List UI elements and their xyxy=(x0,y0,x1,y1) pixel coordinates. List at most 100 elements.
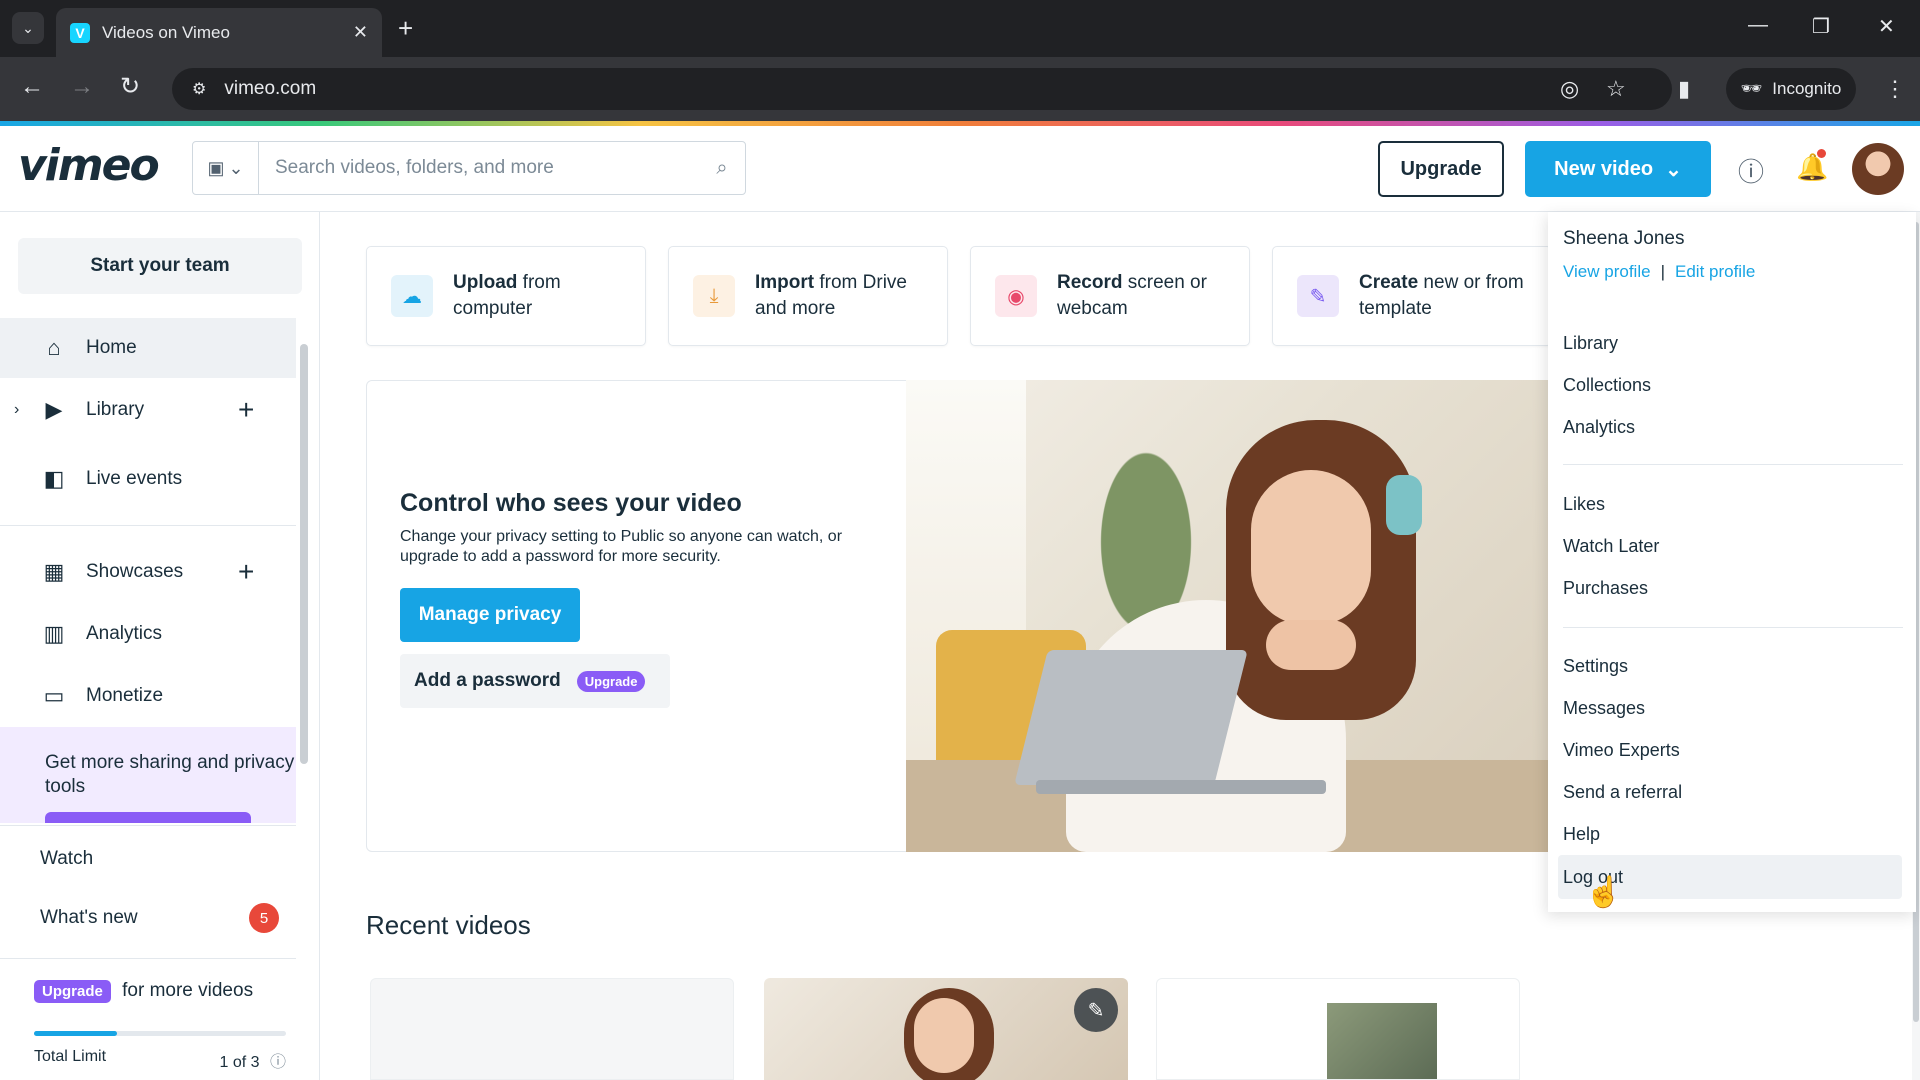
menu-item-watch-later[interactable]: Watch Later xyxy=(1563,536,1659,557)
photo-face xyxy=(1251,470,1371,625)
sidebar-item-library[interactable]: › ▶ Library + xyxy=(0,380,296,440)
help-icon[interactable]: ⓘ xyxy=(1738,152,1764,189)
menu-item-purchases[interactable]: Purchases xyxy=(1563,578,1648,599)
menu-item-vimeo-experts[interactable]: Vimeo Experts xyxy=(1563,740,1680,761)
profile-links: View profile | Edit profile xyxy=(1563,262,1755,282)
watch-link[interactable]: Watch xyxy=(40,848,93,870)
address-bar[interactable]: ⚙ vimeo.com xyxy=(172,68,1672,110)
photo-laptop xyxy=(1014,650,1248,785)
avatar[interactable] xyxy=(1852,143,1904,195)
eye-off-icon[interactable]: ◎ xyxy=(1560,76,1579,102)
upgrade-button[interactable]: Upgrade xyxy=(1378,141,1504,197)
sidebar-divider xyxy=(0,958,296,959)
photo-hands xyxy=(1266,620,1356,670)
menu-item-help[interactable]: Help xyxy=(1563,824,1600,845)
home-icon: ⌂ xyxy=(47,335,61,360)
sidebar-item-label: Live events xyxy=(86,468,183,489)
scrollbar-thumb[interactable] xyxy=(300,344,308,764)
limit-row: Total Limit 1 of 3 ⓘ xyxy=(34,1048,286,1072)
view-profile-link[interactable]: View profile xyxy=(1563,262,1651,282)
sidebar-item-showcases[interactable]: ▦ Showcases + xyxy=(0,542,296,602)
menu-item-likes[interactable]: Likes xyxy=(1563,494,1605,515)
upgrade-pill-button[interactable]: Upgrade xyxy=(34,980,111,1003)
window-close-icon[interactable]: ✕ xyxy=(1878,14,1895,39)
sidebar-item-live-events[interactable]: ◧ Live events xyxy=(0,449,296,509)
menu-item-library[interactable]: Library xyxy=(1563,333,1618,354)
manage-privacy-button[interactable]: Manage privacy xyxy=(400,588,580,642)
search-scope-dropdown[interactable]: ▣ ⌄ xyxy=(193,142,259,194)
forward-icon[interactable]: → xyxy=(70,73,94,101)
browser-tab[interactable]: V Videos on Vimeo ✕ xyxy=(56,8,382,57)
search-icon[interactable]: ⌕ xyxy=(699,157,745,180)
add-password-button[interactable]: Add a password Upgrade xyxy=(400,654,670,708)
edit-profile-link[interactable]: Edit profile xyxy=(1675,262,1755,282)
link-separator: | xyxy=(1660,262,1665,281)
incognito-label: Incognito xyxy=(1772,79,1842,98)
thumb-person-face xyxy=(914,998,974,1073)
menu-user-name: Sheena Jones xyxy=(1563,228,1685,249)
tab-title: Videos on Vimeo xyxy=(102,22,230,42)
promo-button[interactable] xyxy=(45,812,251,823)
video-thumbnail[interactable]: ✎ xyxy=(764,978,1128,1080)
restore-icon[interactable]: ❐ xyxy=(1812,14,1830,39)
bookmark-star-icon[interactable]: ☆ xyxy=(1606,76,1626,102)
sidebar-item-label: Monetize xyxy=(86,685,164,706)
upload-card[interactable]: ☁ Upload from computer xyxy=(366,246,646,346)
add-showcase-icon[interactable]: + xyxy=(238,556,254,588)
menu-divider xyxy=(1563,464,1903,465)
menu-divider xyxy=(1563,627,1903,628)
menu-item-analytics[interactable]: Analytics xyxy=(1563,417,1635,438)
chevron-right-icon[interactable]: › xyxy=(14,401,19,419)
add-library-icon[interactable]: + xyxy=(238,394,254,426)
hero-image xyxy=(906,380,1548,852)
incognito-icon: 🕶 xyxy=(1740,79,1763,98)
sidebar-item-monetize[interactable]: ▭ Monetize xyxy=(0,666,296,726)
menu-item-messages[interactable]: Messages xyxy=(1563,698,1645,719)
tab-search-button[interactable]: ⌄ xyxy=(12,12,44,44)
photo-headphones xyxy=(1386,475,1422,535)
vimeo-logo[interactable]: vimeo xyxy=(18,140,160,191)
site-info-icon[interactable]: ⚙ xyxy=(192,79,206,99)
info-icon[interactable]: ⓘ xyxy=(270,1054,286,1071)
promo-text: Get more sharing and privacy tools xyxy=(45,752,295,797)
side-panel-icon[interactable]: ▮ xyxy=(1678,76,1690,102)
import-card[interactable]: ⤓ Import from Drive and more xyxy=(668,246,948,346)
download-icon: ⤓ xyxy=(693,275,735,317)
limit-progress-fill xyxy=(34,1031,118,1036)
whats-new-count-badge: 5 xyxy=(249,903,279,933)
sidebar-item-analytics[interactable]: ▥ Analytics xyxy=(0,604,296,664)
sidebar-item-home[interactable]: ⌂ Home xyxy=(0,318,296,378)
showcases-icon: ▦ xyxy=(43,559,65,584)
browser-menu-icon[interactable]: ⋮ xyxy=(1884,76,1906,102)
back-icon[interactable]: ← xyxy=(20,73,44,101)
thumb-screenshot xyxy=(1327,1003,1437,1079)
close-tab-icon[interactable]: ✕ xyxy=(353,22,368,43)
sidebar-item-label: Showcases xyxy=(86,561,184,582)
video-scope-icon: ▣ xyxy=(207,157,225,178)
new-video-button[interactable]: New video ⌄ xyxy=(1525,141,1711,197)
edit-video-icon[interactable]: ✎ xyxy=(1074,988,1118,1032)
incognito-indicator[interactable]: 🕶 Incognito xyxy=(1726,68,1856,110)
create-card[interactable]: ✎ Create new or from template xyxy=(1272,246,1552,346)
video-thumbnail[interactable] xyxy=(370,978,734,1080)
notification-dot xyxy=(1817,149,1826,158)
sidebar-divider xyxy=(0,525,296,526)
menu-item-send-referral[interactable]: Send a referral xyxy=(1563,782,1682,803)
menu-item-collections[interactable]: Collections xyxy=(1563,375,1651,396)
sidebar-scrollbar[interactable] xyxy=(298,330,310,820)
search-input[interactable] xyxy=(259,157,699,179)
vimeo-favicon-icon: V xyxy=(70,22,90,43)
record-card[interactable]: ◉ Record screen or webcam xyxy=(970,246,1250,346)
video-thumbnail[interactable] xyxy=(1156,978,1520,1080)
minimize-icon[interactable]: — xyxy=(1748,14,1768,37)
sidebar-divider xyxy=(0,825,296,826)
start-team-button[interactable]: Start your team xyxy=(18,238,302,294)
menu-item-settings[interactable]: Settings xyxy=(1563,656,1628,677)
limit-value: 1 of 3 xyxy=(219,1054,260,1071)
monetize-icon: ▭ xyxy=(43,683,65,708)
record-card-text: Record screen or webcam xyxy=(1057,270,1237,322)
reload-icon[interactable]: ↻ xyxy=(120,73,140,101)
new-tab-button[interactable]: + xyxy=(398,14,413,42)
import-bold: Import xyxy=(755,272,815,293)
whats-new-link[interactable]: What's new xyxy=(40,907,138,929)
